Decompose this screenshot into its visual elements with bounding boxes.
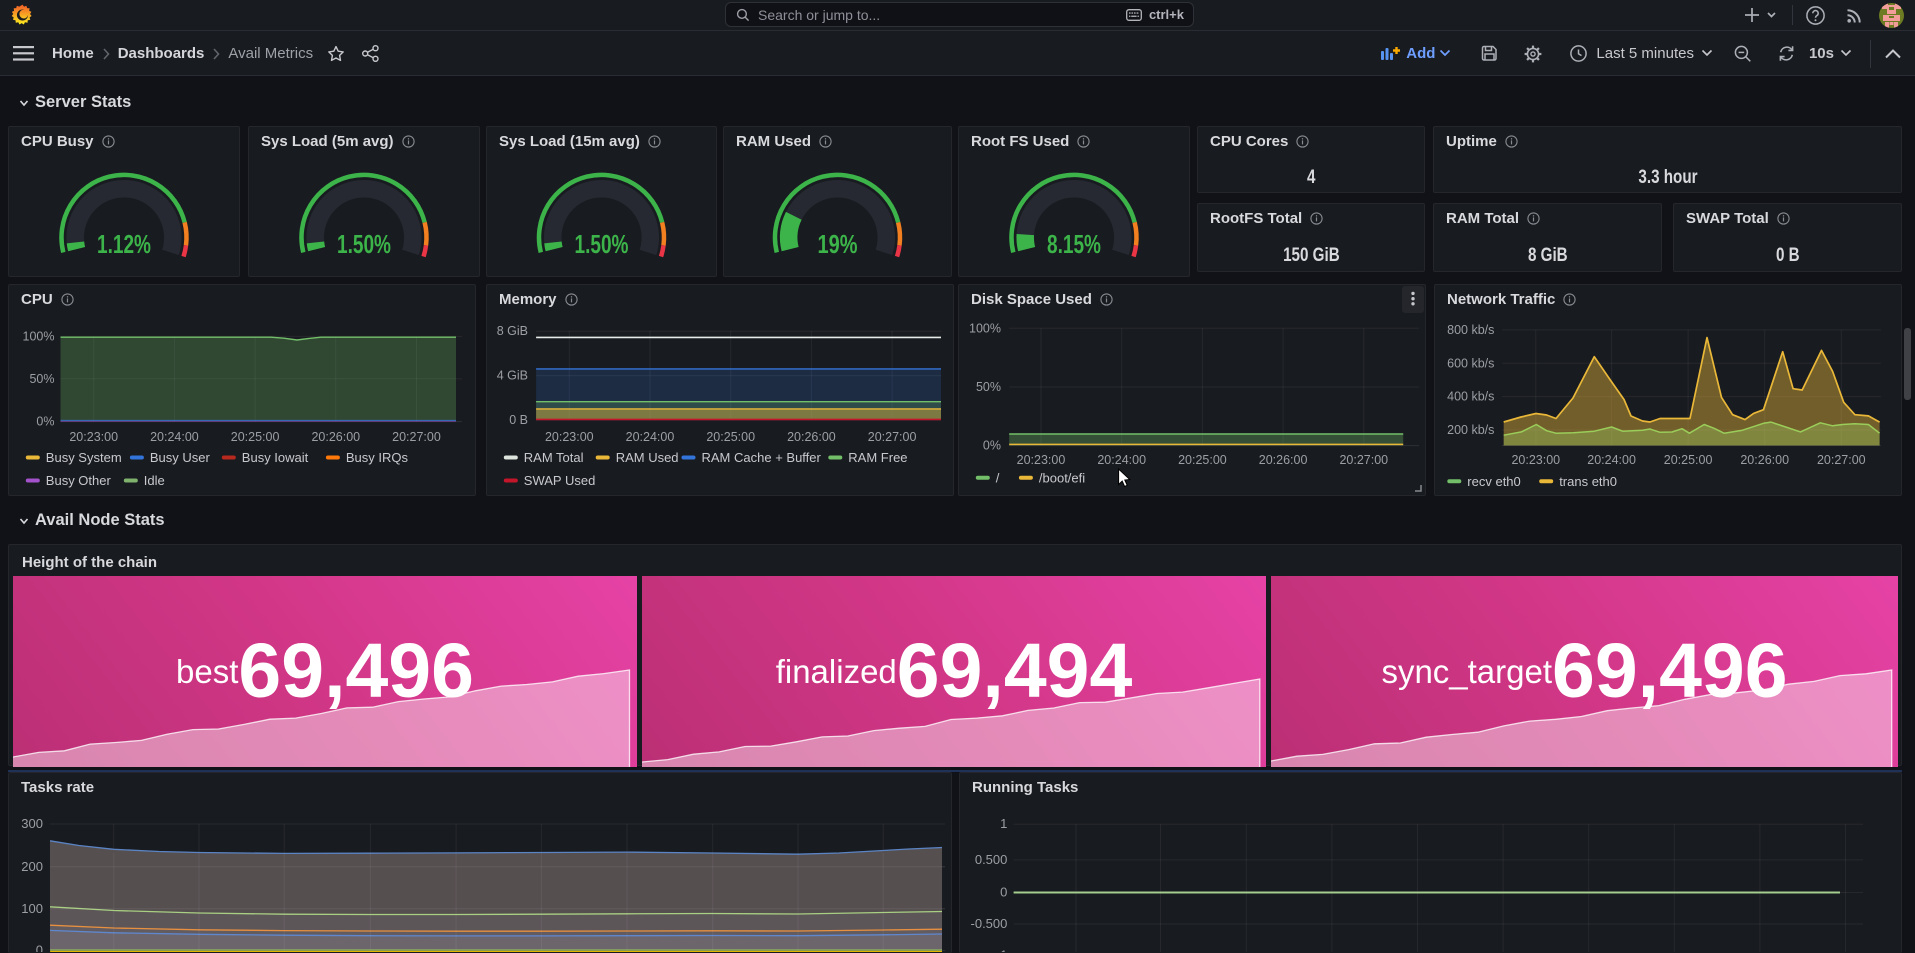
svg-text:Busy IRQs: Busy IRQs	[346, 450, 409, 465]
svg-text:8.15%: 8.15%	[1047, 229, 1101, 259]
svg-text:0: 0	[36, 943, 43, 952]
svg-text:4 GiB: 4 GiB	[497, 369, 528, 383]
svg-text:/boot/efi: /boot/efi	[1039, 470, 1085, 485]
svg-text:20:24:00: 20:24:00	[150, 430, 199, 444]
svg-text:8 GiB: 8 GiB	[497, 324, 528, 338]
svg-text:20:26:00: 20:26:00	[1259, 453, 1308, 467]
svg-text:100: 100	[21, 901, 43, 916]
svg-text:Idle: Idle	[144, 473, 165, 488]
svg-text:Busy User: Busy User	[150, 450, 211, 465]
svg-text:20:23:00: 20:23:00	[69, 430, 118, 444]
svg-text:300: 300	[21, 816, 43, 831]
svg-text:Busy System: Busy System	[46, 450, 122, 465]
svg-text:50%: 50%	[29, 372, 54, 386]
svg-text:RAM Used: RAM Used	[616, 450, 679, 465]
svg-text:-1: -1	[996, 948, 1008, 952]
svg-text:0%: 0%	[983, 439, 1001, 453]
svg-text:20:25:00: 20:25:00	[231, 430, 280, 444]
svg-text:20:27:00: 20:27:00	[868, 430, 917, 444]
svg-text:20:26:00: 20:26:00	[311, 430, 360, 444]
svg-text:20:27:00: 20:27:00	[1817, 453, 1866, 467]
svg-text:20:25:00: 20:25:00	[1664, 453, 1713, 467]
svg-text:SWAP Used: SWAP Used	[524, 473, 596, 488]
svg-text:Busy Other: Busy Other	[46, 473, 112, 488]
svg-text:100%: 100%	[969, 321, 1001, 335]
svg-text:1.12%: 1.12%	[97, 229, 151, 259]
svg-text:1: 1	[1000, 816, 1007, 831]
svg-text:-0.500: -0.500	[971, 916, 1008, 931]
svg-text:20:25:00: 20:25:00	[1178, 453, 1227, 467]
svg-text:RAM Total: RAM Total	[524, 450, 584, 465]
svg-text:50%: 50%	[976, 380, 1001, 394]
svg-text:20:27:00: 20:27:00	[1339, 453, 1388, 467]
svg-text:400 kb/s: 400 kb/s	[1447, 390, 1494, 404]
svg-text:RAM Free: RAM Free	[848, 450, 907, 465]
svg-text:800 kb/s: 800 kb/s	[1447, 323, 1494, 337]
svg-text:200 kb/s: 200 kb/s	[1447, 423, 1494, 437]
svg-text:trans eth0: trans eth0	[1559, 474, 1617, 489]
svg-text:0 B: 0 B	[509, 413, 528, 427]
svg-text:0: 0	[1000, 885, 1007, 900]
svg-text:recv eth0: recv eth0	[1467, 474, 1520, 489]
svg-text:20:27:00: 20:27:00	[392, 430, 441, 444]
svg-text:20:25:00: 20:25:00	[706, 430, 755, 444]
svg-text:1.50%: 1.50%	[337, 229, 391, 259]
svg-text:20:24:00: 20:24:00	[626, 430, 675, 444]
svg-text:20:26:00: 20:26:00	[787, 430, 836, 444]
svg-text:Busy Iowait: Busy Iowait	[242, 450, 309, 465]
svg-text:20:23:00: 20:23:00	[545, 430, 594, 444]
svg-text:19%: 19%	[818, 229, 858, 259]
svg-text:600 kb/s: 600 kb/s	[1447, 356, 1494, 370]
svg-text:20:24:00: 20:24:00	[1097, 453, 1146, 467]
svg-text:100%: 100%	[23, 329, 55, 343]
svg-text:1.50%: 1.50%	[575, 229, 629, 259]
svg-text:20:23:00: 20:23:00	[1511, 453, 1560, 467]
svg-text:20:24:00: 20:24:00	[1587, 453, 1636, 467]
svg-text:200: 200	[21, 859, 43, 874]
svg-text:0.500: 0.500	[975, 852, 1008, 867]
svg-text:RAM Cache + Buffer: RAM Cache + Buffer	[702, 450, 822, 465]
svg-text:/: /	[996, 470, 1000, 485]
svg-text:0%: 0%	[36, 415, 54, 429]
svg-text:20:23:00: 20:23:00	[1017, 453, 1066, 467]
svg-text:20:26:00: 20:26:00	[1740, 453, 1789, 467]
